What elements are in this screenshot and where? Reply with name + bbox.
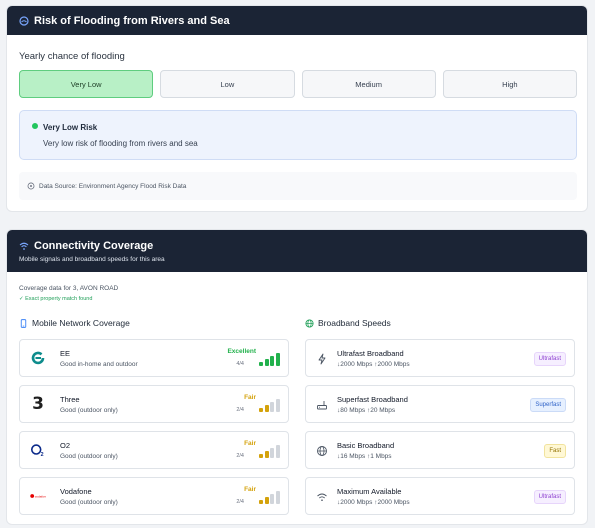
o2-logo: 2	[30, 442, 46, 458]
network-rating: Excellent	[227, 348, 256, 355]
flood-risk-title: Risk of Flooding from Rivers and Sea	[34, 14, 230, 27]
connectivity-card: Connectivity Coverage Mobile signals and…	[6, 229, 588, 525]
speed-badge: Superfast	[530, 398, 566, 412]
level-low[interactable]: Low	[160, 70, 295, 98]
risk-status-dot	[32, 123, 38, 129]
coverage-address: Coverage data for 3, AVON ROAD	[19, 285, 119, 292]
signal-bar	[270, 356, 274, 366]
phone-icon	[20, 318, 27, 328]
database-icon	[27, 182, 35, 190]
signal-bar	[270, 402, 274, 412]
broadband-name: Maximum Available	[337, 487, 402, 496]
flood-risk-header: Risk of Flooding from Rivers and Sea	[7, 6, 587, 35]
signal-bar	[259, 362, 263, 366]
risk-summary-description: Very low risk of flooding from rivers an…	[43, 139, 198, 148]
signal-bar	[264, 359, 269, 366]
signal-bars-icon	[259, 399, 280, 412]
signal-bar	[275, 399, 280, 412]
vodafone-logo: vodafone	[30, 488, 46, 504]
broadband-name: Basic Broadband	[337, 441, 395, 450]
broadband-name: Superfast Broadband	[337, 395, 408, 404]
network-score: 2/4	[236, 499, 244, 505]
level-high[interactable]: High	[442, 70, 577, 98]
three-logo: 3	[32, 393, 44, 414]
flood-risk-card: Risk of Flooding from Rivers and Sea Yea…	[6, 5, 588, 212]
speed-badge: Ultrafast	[533, 490, 566, 504]
risk-summary-box: Very Low Risk Very low risk of flooding …	[19, 110, 577, 160]
data-source-text: Data Source: Environment Agency Flood Ri…	[39, 182, 187, 190]
lightning-icon	[318, 353, 326, 365]
network-rating: Fair	[244, 440, 256, 447]
signal-bars-icon	[259, 353, 280, 366]
signal-bar	[275, 491, 280, 504]
router-icon	[317, 401, 327, 410]
speed-badge: Fast	[544, 444, 566, 458]
speed-badge: Ultrafast	[533, 352, 566, 366]
connectivity-subtitle: Mobile signals and broadband speeds for …	[19, 255, 165, 263]
network-name: Vodafone	[60, 487, 92, 496]
risk-summary-title: Very Low Risk	[43, 123, 98, 132]
broadband-row-maximum[interactable]: Maximum Available ↓2000 Mbps ↑2000 Mbps …	[305, 477, 575, 515]
wifi-icon	[19, 242, 29, 250]
signal-bars-icon	[259, 491, 280, 504]
mobile-network-list: EE Good in-home and outdoor Excellent 4/…	[19, 339, 289, 515]
network-score: 2/4	[236, 453, 244, 459]
broadband-speed: ↓2000 Mbps ↑2000 Mbps	[337, 361, 410, 368]
broadband-speed: ↓2000 Mbps ↑2000 Mbps	[337, 499, 410, 506]
network-row-ee[interactable]: EE Good in-home and outdoor Excellent 4/…	[19, 339, 289, 377]
network-rating: Fair	[244, 394, 256, 401]
globe-icon	[305, 318, 314, 328]
broadband-row-ultrafast[interactable]: Ultrafast Broadband ↓2000 Mbps ↑2000 Mbp…	[305, 339, 575, 377]
broadband-name: Ultrafast Broadband	[337, 349, 404, 358]
ee-logo	[30, 350, 46, 366]
network-description: Good (outdoor only)	[60, 499, 118, 506]
signal-bar	[259, 408, 263, 412]
network-name: Three	[60, 395, 80, 404]
network-score: 2/4	[236, 407, 244, 413]
broadband-speed: ↓80 Mbps ↑20 Mbps	[337, 407, 396, 414]
yearly-chance-label: Yearly chance of flooding	[19, 51, 125, 62]
level-very-low[interactable]: Very Low	[19, 70, 154, 98]
wifi-icon	[317, 493, 327, 501]
connectivity-header: Connectivity Coverage Mobile signals and…	[7, 230, 587, 272]
mobile-coverage-heading: Mobile Network Coverage	[19, 318, 130, 328]
mobile-coverage-title: Mobile Network Coverage	[32, 318, 130, 328]
risk-level-selector: Very Low Low Medium High	[19, 70, 577, 98]
svg-text:2: 2	[41, 452, 44, 458]
broadband-speed: ↓16 Mbps ↑1 Mbps	[337, 453, 392, 460]
match-status: ✓ Exact property match found	[19, 296, 93, 302]
broadband-title: Broadband Speeds	[318, 318, 391, 328]
network-description: Good (outdoor only)	[60, 453, 118, 460]
connectivity-title: Connectivity Coverage	[34, 239, 154, 252]
signal-bar	[259, 454, 263, 458]
network-rating: Fair	[244, 486, 256, 493]
network-name: EE	[60, 349, 71, 358]
signal-bar	[264, 451, 269, 458]
signal-bar	[270, 448, 274, 458]
data-source: Data Source: Environment Agency Flood Ri…	[19, 172, 577, 200]
signal-bar	[270, 494, 274, 504]
network-name: O2	[60, 441, 71, 450]
network-description: Good (outdoor only)	[60, 407, 118, 414]
network-description: Good in-home and outdoor	[60, 361, 138, 368]
signal-bar	[275, 353, 280, 366]
vodafone-wordmark: vodafone	[35, 494, 46, 498]
signal-bar	[264, 405, 269, 412]
broadband-row-superfast[interactable]: Superfast Broadband ↓80 Mbps ↑20 Mbps Su…	[305, 385, 575, 423]
signal-bar	[275, 445, 280, 458]
broadband-list: Ultrafast Broadband ↓2000 Mbps ↑2000 Mbp…	[305, 339, 575, 515]
signal-bars-icon	[259, 445, 280, 458]
signal-bar	[259, 500, 263, 504]
flood-icon	[19, 15, 29, 26]
network-row-o2[interactable]: 2 O2 Good (outdoor only) Fair 2/4	[19, 431, 289, 469]
broadband-row-basic[interactable]: Basic Broadband ↓16 Mbps ↑1 Mbps Fast	[305, 431, 575, 469]
broadband-heading: Broadband Speeds	[305, 318, 391, 328]
signal-bar	[264, 497, 269, 504]
globe-icon	[317, 446, 327, 456]
network-row-three[interactable]: 3 Three Good (outdoor only) Fair 2/4	[19, 385, 289, 423]
network-row-vodafone[interactable]: vodafone Vodafone Good (outdoor only) Fa…	[19, 477, 289, 515]
level-medium[interactable]: Medium	[301, 70, 436, 98]
network-score: 4/4	[236, 361, 244, 367]
